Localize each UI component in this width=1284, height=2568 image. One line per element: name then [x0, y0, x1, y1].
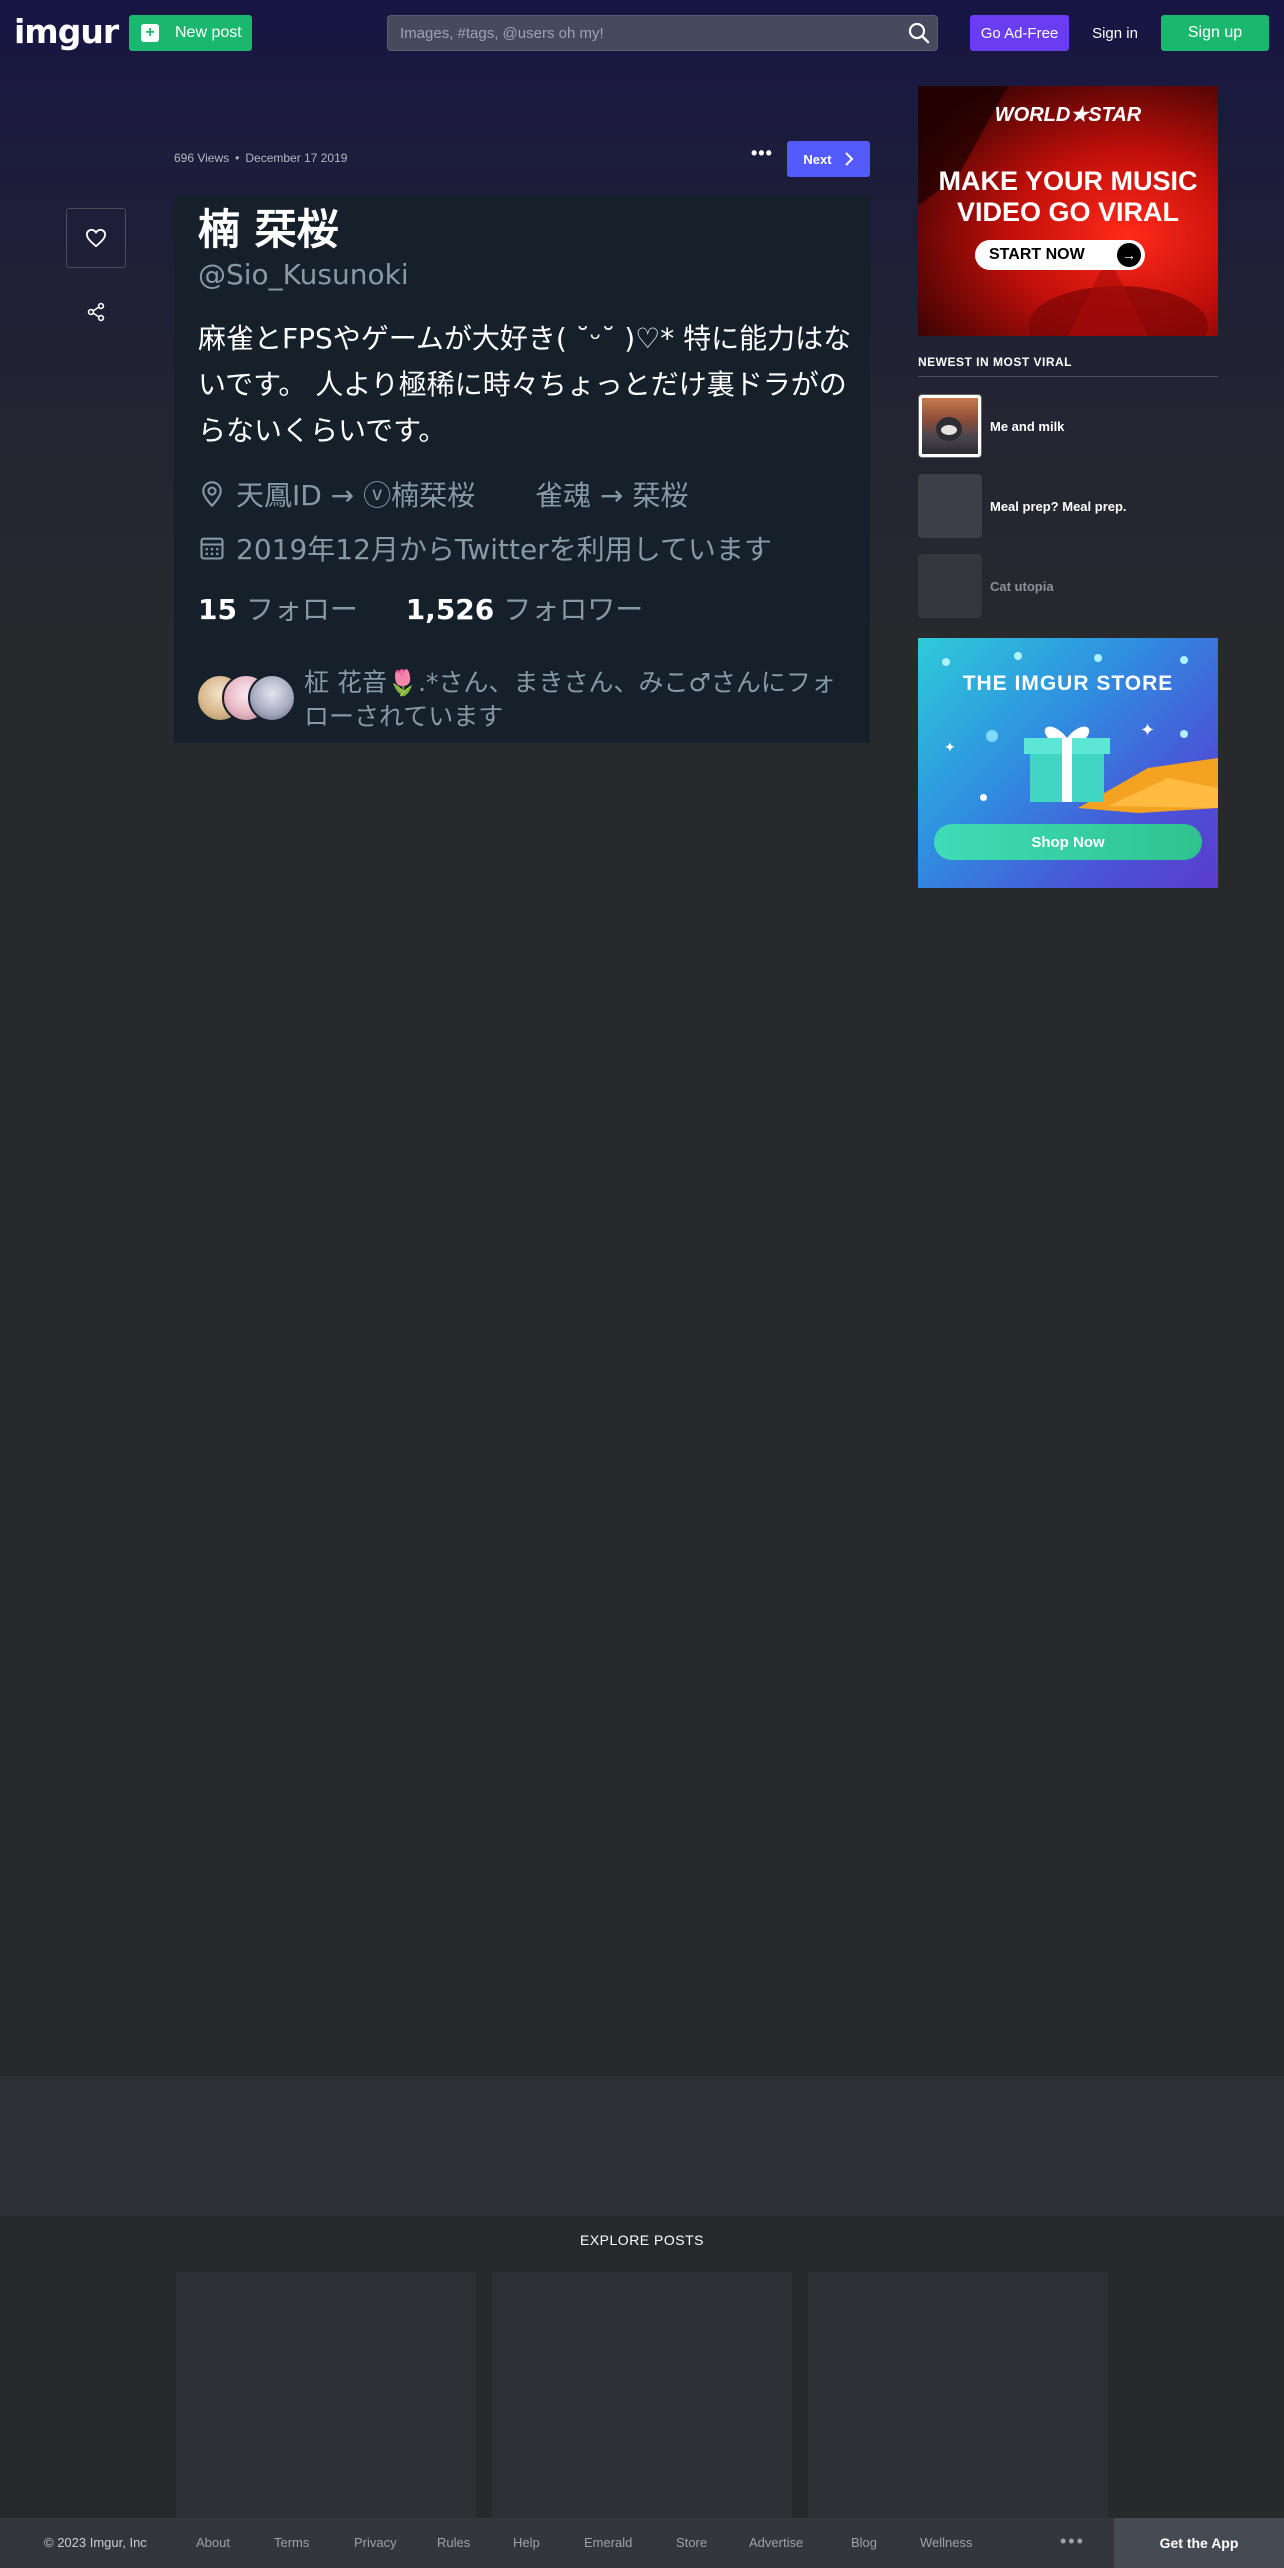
shop-now-button[interactable]: Shop Now	[934, 824, 1202, 860]
new-post-button[interactable]: + New post	[129, 15, 252, 51]
follower-avatars	[196, 674, 296, 724]
following-label: フォロー	[245, 593, 358, 626]
footer-link-rules[interactable]: Rules	[437, 2535, 470, 2550]
followed-by-text: 柾 花音🌷.*さん、まきさん、みこ♂さんにフォローされています	[304, 668, 836, 731]
share-icon[interactable]	[86, 302, 106, 322]
footer-link-privacy[interactable]: Privacy	[354, 2535, 397, 2550]
ad-cta-label: START NOW	[989, 246, 1085, 263]
viral-thumbnail	[918, 394, 982, 458]
footer-link-terms[interactable]: Terms	[274, 2535, 309, 2550]
profile-joined: 2019年12月からTwitterを利用しています	[198, 528, 772, 568]
more-options-button[interactable]: •••	[751, 144, 772, 168]
location-pin-icon	[202, 481, 222, 508]
followers-count: 1,526	[405, 593, 495, 626]
calendar-icon	[200, 537, 224, 560]
avatar	[248, 674, 296, 722]
arrow-right-icon: →	[1117, 243, 1141, 267]
copyright: © 2023 Imgur, Inc	[44, 2535, 147, 2550]
viral-item[interactable]: Cat utopia	[918, 554, 1218, 618]
chevron-right-icon	[844, 152, 854, 166]
location-a: 天鳳ID → ⓥ楠栞桜	[236, 479, 476, 512]
sign-up-button[interactable]: Sign up	[1161, 15, 1269, 51]
footer-link-wellness[interactable]: Wellness	[920, 2535, 973, 2550]
profile-handle: @Sio_Kusunoki	[198, 258, 409, 291]
newest-heading: NEWEST IN MOST VIRAL	[918, 355, 1072, 369]
viral-thumbnail	[918, 474, 982, 538]
viral-title: Meal prep? Meal prep.	[990, 498, 1127, 514]
post-date: December 17 2019	[245, 151, 348, 165]
ad-headline: MAKE YOUR MUSIC VIDEO GO VIRAL	[918, 166, 1218, 228]
footer-link-emerald[interactable]: Emerald	[584, 2535, 632, 2550]
ad-placeholder-band	[0, 2076, 1284, 2216]
get-the-app-button[interactable]: Get the App	[1114, 2518, 1284, 2568]
explore-post-card[interactable]	[492, 2272, 792, 2532]
view-count: 696 Views	[174, 151, 230, 165]
viral-item[interactable]: Me and milk	[918, 394, 1218, 458]
followers-label: フォロワー	[503, 593, 644, 626]
profile-location: 天鳳ID → ⓥ楠栞桜 雀魂 → 栞桜	[198, 474, 688, 514]
footer-link-help[interactable]: Help	[513, 2535, 540, 2550]
svg-text:✦: ✦	[1140, 720, 1155, 740]
footer-link-advertise[interactable]: Advertise	[749, 2535, 803, 2550]
joined-text: 2019年12月からTwitterを利用しています	[236, 533, 772, 566]
top-nav: imgur + New post Go Ad-Free Sign in Sign…	[0, 0, 1284, 66]
post-image[interactable]: 楠 栞桜 @Sio_Kusunoki 麻雀とFPSやゲームが大好き( ˘ᵕ˘ )…	[174, 196, 870, 743]
sign-in-link[interactable]: Sign in	[1085, 15, 1145, 51]
footer-link-blog[interactable]: Blog	[851, 2535, 877, 2550]
profile-follow-counts: 15 フォロー 1,526 フォロワー	[198, 588, 643, 628]
plus-icon: +	[141, 24, 159, 42]
next-label: Next	[803, 151, 832, 167]
new-post-label: New post	[175, 24, 242, 41]
search-input[interactable]	[388, 16, 888, 50]
ad-banner-worldstar[interactable]: WORLD★STAR MAKE YOUR MUSIC VIDEO GO VIRA…	[918, 86, 1218, 336]
search-bar	[387, 15, 938, 51]
following-count: 15	[198, 593, 237, 626]
footer-link-about[interactable]: About	[196, 2535, 230, 2550]
viral-item[interactable]: Meal prep? Meal prep.	[918, 474, 1218, 538]
meta-separator: •	[235, 151, 240, 165]
next-post-button[interactable]: Next	[787, 141, 870, 177]
post-meta: 696 Views • December 17 2019	[174, 151, 347, 165]
explore-post-card[interactable]	[176, 2272, 476, 2532]
footer-link-store[interactable]: Store	[676, 2535, 707, 2550]
footer-more-button[interactable]: •••	[1060, 2531, 1085, 2552]
ad-headline-line-2: VIDEO GO VIRAL	[956, 197, 1180, 227]
profile-name: 楠 栞桜	[198, 205, 339, 254]
footer: © 2023 Imgur, Inc About Terms Privacy Ru…	[0, 2518, 1284, 2568]
go-ad-free-button[interactable]: Go Ad-Free	[970, 15, 1069, 51]
divider	[918, 376, 1218, 377]
viral-title: Me and milk	[990, 418, 1065, 434]
ad-start-now-button[interactable]: START NOW →	[975, 240, 1145, 270]
worldstar-logo: WORLD★STAR	[994, 104, 1142, 126]
search-icon[interactable]	[907, 21, 931, 45]
favorite-button[interactable]	[66, 208, 126, 268]
ad-headline-line-1: MAKE YOUR MUSIC	[938, 166, 1198, 196]
profile-bio: 麻雀とFPSやゲームが大好き( ˘ᵕ˘ )♡* 特に能力はないです。 人より極稀…	[198, 322, 852, 447]
svg-text:✦: ✦	[944, 739, 956, 755]
explore-posts-heading: EXPLORE POSTS	[580, 2232, 704, 2248]
heart-icon	[85, 228, 107, 248]
location-b: 雀魂 → 栞桜	[535, 479, 689, 512]
imgur-logo[interactable]: imgur	[14, 12, 119, 51]
explore-post-card[interactable]	[808, 2272, 1108, 2532]
ad-banner-imgur-store[interactable]: THE IMGUR STORE ✦ ✦ Shop Now	[918, 638, 1218, 888]
viral-title: Cat utopia	[990, 578, 1054, 594]
viral-thumbnail	[918, 554, 982, 618]
